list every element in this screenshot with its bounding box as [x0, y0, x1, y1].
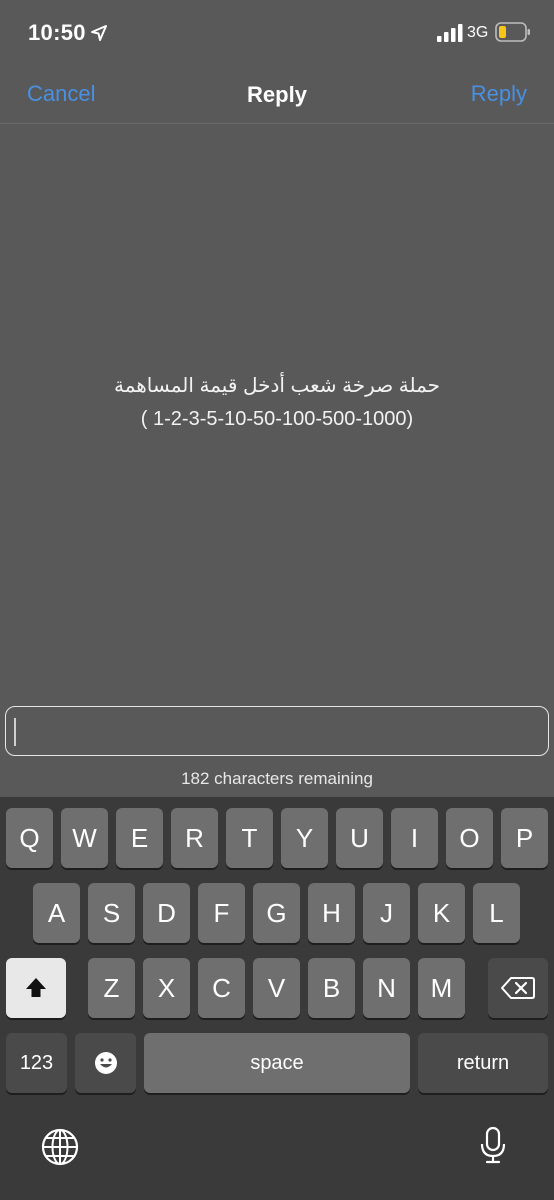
status-time: 10:50: [28, 20, 86, 45]
key-l[interactable]: L: [473, 883, 520, 943]
return-key[interactable]: return: [418, 1033, 548, 1093]
key-a[interactable]: A: [33, 883, 80, 943]
key-o[interactable]: O: [446, 808, 493, 868]
key-f[interactable]: F: [198, 883, 245, 943]
key-v[interactable]: V: [253, 958, 300, 1018]
reply-input[interactable]: [5, 706, 549, 756]
key-s[interactable]: S: [88, 883, 135, 943]
microphone-icon[interactable]: [473, 1125, 513, 1165]
characters-remaining: 182 characters remaining: [181, 769, 373, 788]
key-i[interactable]: I: [391, 808, 438, 868]
reply-button[interactable]: Reply: [471, 81, 527, 107]
key-u[interactable]: U: [336, 808, 383, 868]
numbers-key[interactable]: 123: [6, 1033, 67, 1093]
emoji-icon: [94, 1052, 117, 1074]
key-p[interactable]: P: [501, 808, 548, 868]
key-x[interactable]: X: [143, 958, 190, 1018]
shift-icon: [26, 978, 46, 997]
text-caret: [14, 718, 16, 746]
key-c[interactable]: C: [198, 958, 245, 1018]
keyboard: Q W E R T Y U I O P A S D F G H J K L Z …: [0, 797, 554, 1200]
key-y[interactable]: Y: [281, 808, 328, 868]
key-t[interactable]: T: [226, 808, 273, 868]
backspace-key[interactable]: [488, 958, 548, 1018]
message-text: حملة صرخة شعب أدخل قيمة المساهمة (1-2-3-…: [20, 370, 534, 436]
nav-bar: Cancel Reply Reply: [0, 64, 554, 124]
key-m[interactable]: M: [418, 958, 465, 1018]
key-b[interactable]: B: [308, 958, 355, 1018]
status-bar: 10:50 3G: [0, 0, 554, 64]
space-key[interactable]: space: [144, 1033, 410, 1093]
signal-bars-icon: [437, 24, 463, 42]
network-type: 3G: [467, 24, 489, 41]
key-r[interactable]: R: [171, 808, 218, 868]
message-line-1: حملة صرخة شعب أدخل قيمة المساهمة: [113, 375, 441, 397]
key-n[interactable]: N: [363, 958, 410, 1018]
key-g[interactable]: G: [253, 883, 300, 943]
shift-key[interactable]: [6, 958, 66, 1018]
emoji-key[interactable]: [75, 1033, 136, 1093]
key-z[interactable]: Z: [88, 958, 135, 1018]
globe-icon[interactable]: [40, 1127, 80, 1167]
key-w[interactable]: W: [61, 808, 108, 868]
key-e[interactable]: E: [116, 808, 163, 868]
battery-low-icon: [495, 22, 530, 42]
key-k[interactable]: K: [418, 883, 465, 943]
key-h[interactable]: H: [308, 883, 355, 943]
backspace-icon: [501, 977, 535, 999]
key-d[interactable]: D: [143, 883, 190, 943]
location-arrow-icon: [91, 25, 107, 41]
message-line-2: (1-2-3-5-10-50-100-500-1000 ): [140, 408, 414, 430]
key-q[interactable]: Q: [6, 808, 53, 868]
key-j[interactable]: J: [363, 883, 410, 943]
